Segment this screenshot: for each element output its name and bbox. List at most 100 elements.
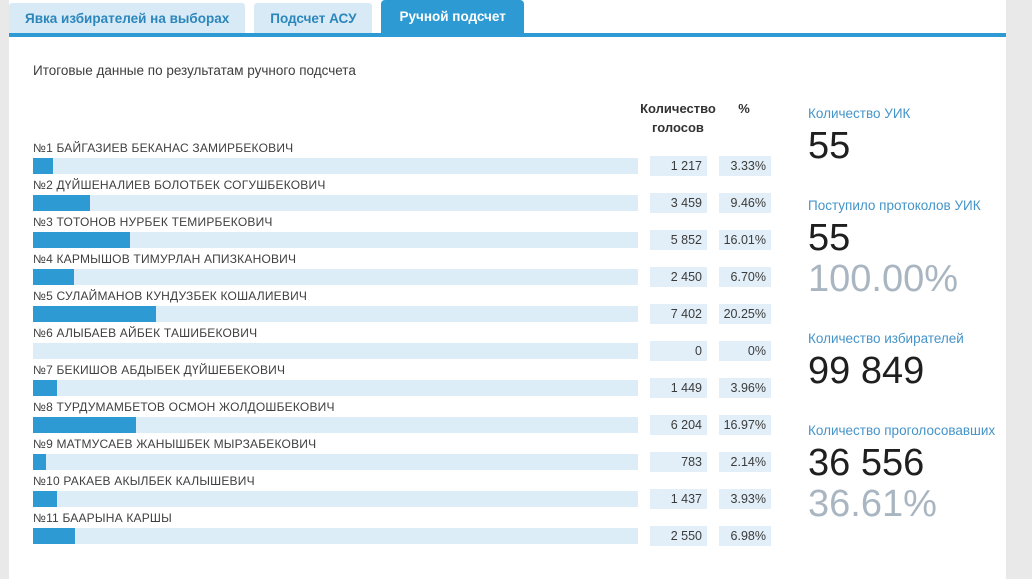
stat-block: Количество проголосовавших 36 55636.61% (808, 423, 1006, 525)
votes-value: 2 550 (650, 526, 707, 546)
stat-percent: 100.00% (808, 259, 1006, 300)
stat-block: Поступило протоколов УИК 55100.00% (808, 198, 1006, 300)
bar-track (33, 528, 638, 544)
stat-value: 55 (808, 218, 1006, 259)
candidate-name: №2 ДҮЙШЕНАЛИЕВ БОЛОТБЕК СОГУШБЕКОВИЧ (33, 179, 775, 192)
candidate-bar-line: 5 852 16.01% (33, 232, 775, 248)
tab-turnout[interactable]: Явка избирателей на выборах (9, 3, 245, 33)
percent-value: 9.46% (719, 193, 771, 213)
candidate-name: №5 СУЛАЙМАНОВ КУНДУЗБЕК КОШАЛИЕВИЧ (33, 290, 775, 303)
percent-value: 20.25% (719, 304, 771, 324)
bar-fill (33, 306, 156, 322)
percent-value: 3.33% (719, 156, 771, 176)
bar-track (33, 417, 638, 433)
candidate-bar-line: 3 459 9.46% (33, 195, 775, 211)
candidate-bar-line: 1 437 3.93% (33, 491, 775, 507)
bar-fill (33, 158, 53, 174)
bar-fill (33, 491, 57, 507)
votes-value: 5 852 (650, 230, 707, 250)
bar-track (33, 491, 638, 507)
stat-value: 36 556 (808, 443, 1006, 484)
percent-value: 6.98% (719, 526, 771, 546)
tab-asu-count[interactable]: Подсчет АСУ (254, 3, 372, 33)
candidate-bar-line: 783 2.14% (33, 454, 775, 470)
votes-value: 1 437 (650, 489, 707, 509)
candidate-bar-line: 2 550 6.98% (33, 528, 775, 544)
main-area: Количество голосов % №1 БАЙГАЗИЕВ БЕКАНА… (33, 100, 1006, 556)
candidate-bar-line: 2 450 6.70% (33, 269, 775, 285)
page-title: Итоговые данные по результатам ручного п… (33, 63, 1006, 78)
bar-track (33, 454, 638, 470)
bar-track (33, 343, 638, 359)
candidate-bar-line: 1 217 3.33% (33, 158, 775, 174)
tab-underline-strip (9, 33, 1006, 37)
votes-value: 6 204 (650, 415, 707, 435)
candidate-name: №8 ТУРДУМАМБЕТОВ ОСМОН ЖОЛДОШБЕКОВИЧ (33, 401, 775, 414)
bar-fill (33, 454, 46, 470)
summary-stats-panel: Количество УИК55Поступило протоколов УИК… (808, 106, 1006, 556)
stat-block: Количество УИК 55 (808, 106, 1006, 167)
candidate-row: №11 БААРЫНА КАРШЫ2 550 6.98% (33, 512, 775, 544)
percent-column-header: % (694, 100, 794, 119)
candidate-name: №9 МАТМУСАЕВ ЖАНЫШБЕК МЫРЗАБЕКОВИЧ (33, 438, 775, 451)
page-content: Явка избирателей на выборах Подсчет АСУ Ру… (9, 0, 1006, 579)
candidate-bar-line: 7 402 20.25% (33, 306, 775, 322)
candidate-row: №6 АЛЫБАЕВ АЙБЕК ТАШИБЕКОВИЧ0 0% (33, 327, 775, 359)
tab-manual-count[interactable]: Ручной подсчет (381, 0, 523, 33)
candidate-row: №3 ТОТОНОВ НУРБЕК ТЕМИРБЕКОВИЧ5 852 16.01… (33, 216, 775, 248)
votes-value: 7 402 (650, 304, 707, 324)
candidate-row: №8 ТУРДУМАМБЕТОВ ОСМОН ЖОЛДОШБЕКОВИЧ6 20… (33, 401, 775, 433)
percent-value: 3.96% (719, 378, 771, 398)
candidate-row: №9 МАТМУСАЕВ ЖАНЫШБЕК МЫРЗАБЕКОВИЧ783 2.1… (33, 438, 775, 470)
stat-label: Количество избирателей (808, 331, 1006, 346)
percent-value: 6.70% (719, 267, 771, 287)
bar-fill (33, 195, 90, 211)
stat-label: Поступило протоколов УИК (808, 198, 1006, 213)
bar-fill (33, 380, 57, 396)
tab-bar: Явка избирателей на выборах Подсчет АСУ Ру… (9, 0, 1006, 33)
bar-track (33, 158, 638, 174)
candidate-bar-line: 6 204 16.97% (33, 417, 775, 433)
stat-block: Количество избирателей 99 849 (808, 331, 1006, 392)
candidate-name: №10 РАКАЕВ АКЫЛБЕК КАЛЫШЕВИЧ (33, 475, 775, 488)
candidate-row: №4 КАРМЫШОВ ТИМУРЛАН АПИЗКАНОВИЧ2 450 6.7… (33, 253, 775, 285)
results-list: Количество голосов % №1 БАЙГАЗИЕВ БЕКАНА… (33, 100, 775, 556)
candidate-row: №1 БАЙГАЗИЕВ БЕКАНАС ЗАМИРБЕКОВИЧ1 2173.… (33, 142, 775, 174)
votes-value: 783 (650, 452, 707, 472)
candidate-bar-line: 0 0% (33, 343, 775, 359)
votes-value: 0 (650, 341, 707, 361)
bar-track (33, 306, 638, 322)
candidate-row: №2 ДҮЙШЕНАЛИЕВ БОЛОТБЕК СОГУШБЕКОВИЧ3 45… (33, 179, 775, 211)
bar-track (33, 195, 638, 211)
candidate-name: №7 БЕКИШОВ АБДЫБЕК ДҮЙШЕБЕКОВИЧ (33, 364, 775, 377)
candidate-row: №10 РАКАЕВ АКЫЛБЕК КАЛЫШЕВИЧ1 437 3.93% (33, 475, 775, 507)
stat-label: Количество проголосовавших (808, 423, 1006, 438)
stat-percent: 36.61% (808, 484, 1006, 525)
bar-fill (33, 417, 136, 433)
bar-fill (33, 232, 130, 248)
stat-value: 99 849 (808, 351, 1006, 392)
stat-value: 55 (808, 126, 1006, 167)
column-headers: Количество голосов % (33, 100, 775, 142)
candidate-name: №4 КАРМЫШОВ ТИМУРЛАН АПИЗКАНОВИЧ (33, 253, 775, 266)
votes-value: 3 459 (650, 193, 707, 213)
votes-value: 2 450 (650, 267, 707, 287)
bar-fill (33, 528, 75, 544)
percent-value: 2.14% (719, 452, 771, 472)
percent-value: 16.01% (719, 230, 771, 250)
candidate-name: №6 АЛЫБАЕВ АЙБЕК ТАШИБЕКОВИЧ (33, 327, 775, 340)
percent-value: 3.93% (719, 489, 771, 509)
stat-label: Количество УИК (808, 106, 1006, 121)
candidate-name: №3 ТОТОНОВ НУРБЕК ТЕМИРБЕКОВИЧ (33, 216, 775, 229)
bar-track (33, 232, 638, 248)
votes-value: 1 217 (650, 156, 707, 176)
bar-track (33, 269, 638, 285)
candidate-row: №7 БЕКИШОВ АБДЫБЕК ДҮЙШЕБЕКОВИЧ1 449 3.96… (33, 364, 775, 396)
votes-value: 1 449 (650, 378, 707, 398)
candidate-name: №11 БААРЫНА КАРШЫ (33, 512, 775, 525)
candidate-bar-line: 1 449 3.96% (33, 380, 775, 396)
candidate-row: №5 СУЛАЙМАНОВ КУНДУЗБЕК КОШАЛИЕВИЧ7 402 2… (33, 290, 775, 322)
bar-fill (33, 269, 74, 285)
percent-value: 0% (719, 341, 771, 361)
percent-value: 16.97% (719, 415, 771, 435)
